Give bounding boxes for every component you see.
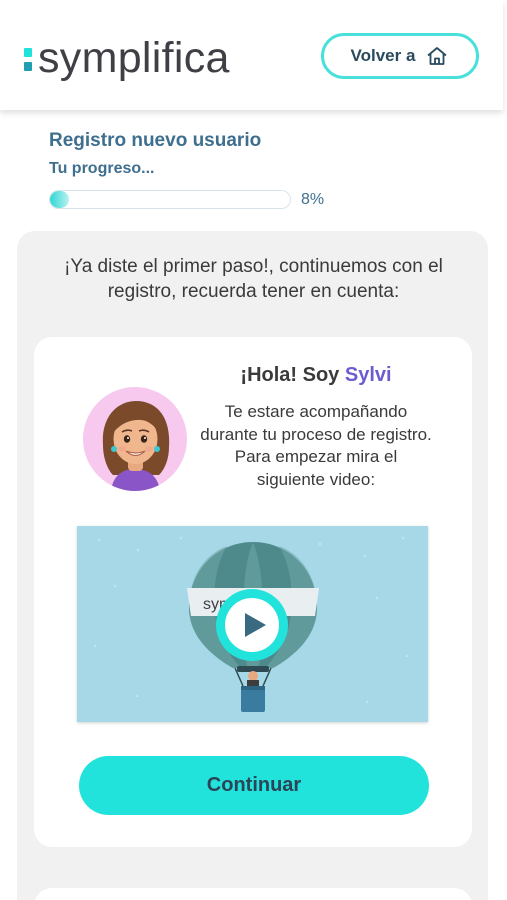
- play-icon[interactable]: [214, 587, 290, 663]
- progress-percent: 8%: [301, 190, 325, 208]
- assistant-name: Sylvi: [344, 364, 392, 386]
- continue-button[interactable]: Continuar: [79, 756, 429, 815]
- back-home-label: Volver a: [350, 46, 416, 65]
- avatar-illustration: [102, 401, 170, 491]
- greeting-text: ¡Hola! Soy: [240, 364, 340, 386]
- intro-text: ¡Ya diste el primer paso!, continuemos c…: [64, 256, 443, 302]
- intro-video[interactable]: symplifica: [77, 526, 428, 722]
- assistant-greeting: ¡Hola! Soy Sylvi: [200, 364, 432, 387]
- progress-row: 8%: [49, 190, 349, 209]
- assistant-description: Te estare acompañando durante tu proceso…: [200, 402, 432, 489]
- registration-title: Registro nuevo usuario: [49, 130, 262, 151]
- next-card: [34, 888, 472, 900]
- logo-mark: [24, 47, 32, 71]
- registration-progress: Registro nuevo usuario Tu progreso... 8%: [49, 130, 349, 209]
- sylvi-avatar: [83, 387, 187, 491]
- logo-text: symplifica: [38, 33, 230, 82]
- home-icon: [427, 47, 448, 65]
- progress-bar-fill: [50, 191, 70, 208]
- back-home-button[interactable]: Volver a: [321, 33, 479, 79]
- progress-bar: [49, 190, 291, 209]
- progress-label: Tu progreso...: [49, 160, 155, 177]
- app-header: symplifica Volver a: [0, 0, 503, 110]
- symplifica-logo[interactable]: symplifica: [24, 33, 230, 83]
